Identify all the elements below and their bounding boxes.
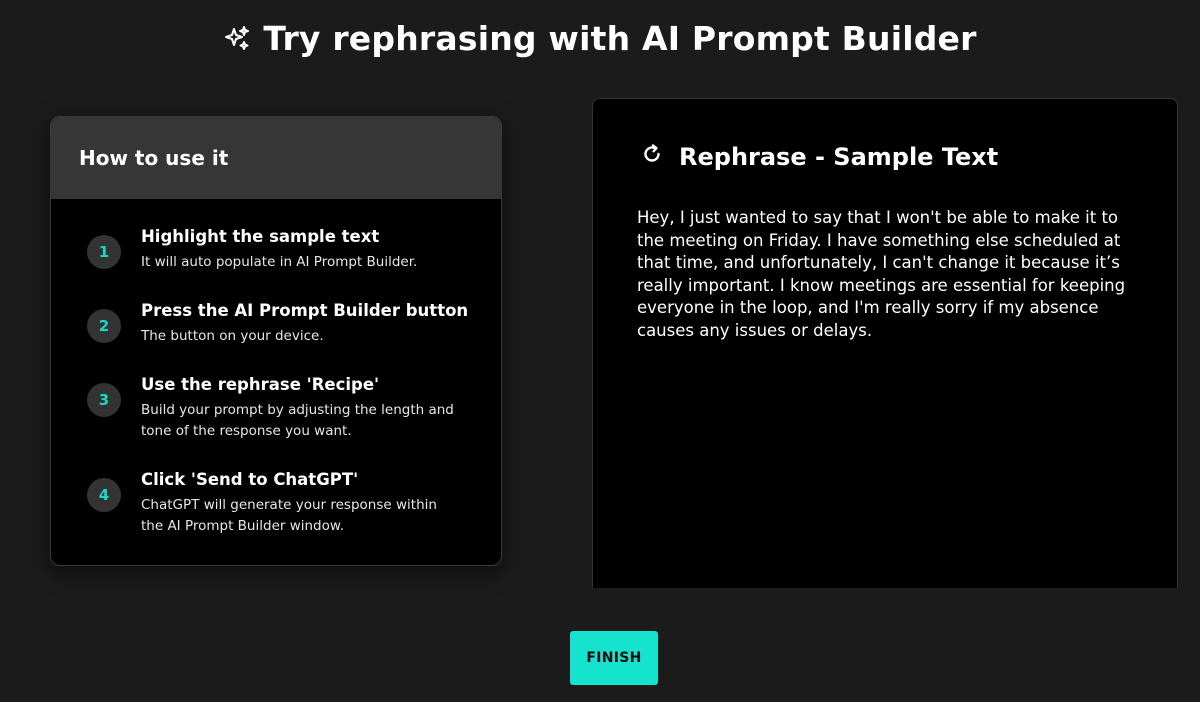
step-description: The button on your device.	[141, 328, 324, 344]
sample-header: Rephrase - Sample Text	[641, 143, 998, 171]
step-description: It will auto populate in AI Prompt Build…	[141, 254, 418, 270]
step-title: Highlight the sample text	[141, 227, 380, 246]
sparkles-icon	[223, 24, 251, 52]
step-description: ChatGPT will generate your response with…	[141, 497, 437, 534]
step-number-badge: 3	[87, 383, 121, 417]
step-title: Use the rephrase 'Recipe'	[141, 375, 380, 394]
refresh-icon	[641, 143, 663, 171]
sample-text[interactable]: Hey, I just wanted to say that I won't b…	[637, 207, 1137, 343]
how-to-title: How to use it	[51, 117, 501, 199]
step-number-badge: 4	[87, 478, 121, 512]
step-item: 3 Use the rephrase 'Recipe' Build your p…	[51, 373, 501, 442]
page: Try rephrasing with AI Prompt Builder Ho…	[0, 0, 1200, 702]
page-header: Try rephrasing with AI Prompt Builder	[0, 14, 1200, 62]
sample-title: Rephrase - Sample Text	[679, 143, 999, 171]
step-description: Build your prompt by adjusting the lengt…	[141, 402, 454, 439]
step-number-badge: 2	[87, 309, 121, 343]
step-title: Click 'Send to ChatGPT'	[141, 470, 359, 489]
page-title: Try rephrasing with AI Prompt Builder	[263, 18, 977, 58]
step-number-badge: 1	[87, 235, 121, 269]
step-title: Press the AI Prompt Builder button	[141, 301, 469, 320]
step-item: 2 Press the AI Prompt Builder button The…	[51, 299, 501, 347]
step-item: 4 Click 'Send to ChatGPT' ChatGPT will g…	[51, 468, 501, 537]
finish-button[interactable]: FINISH	[570, 631, 658, 685]
step-item: 1 Highlight the sample text It will auto…	[51, 225, 501, 273]
sample-text-panel: Rephrase - Sample Text Hey, I just wante…	[592, 98, 1178, 588]
how-to-card: How to use it 1 Highlight the sample tex…	[50, 116, 502, 566]
